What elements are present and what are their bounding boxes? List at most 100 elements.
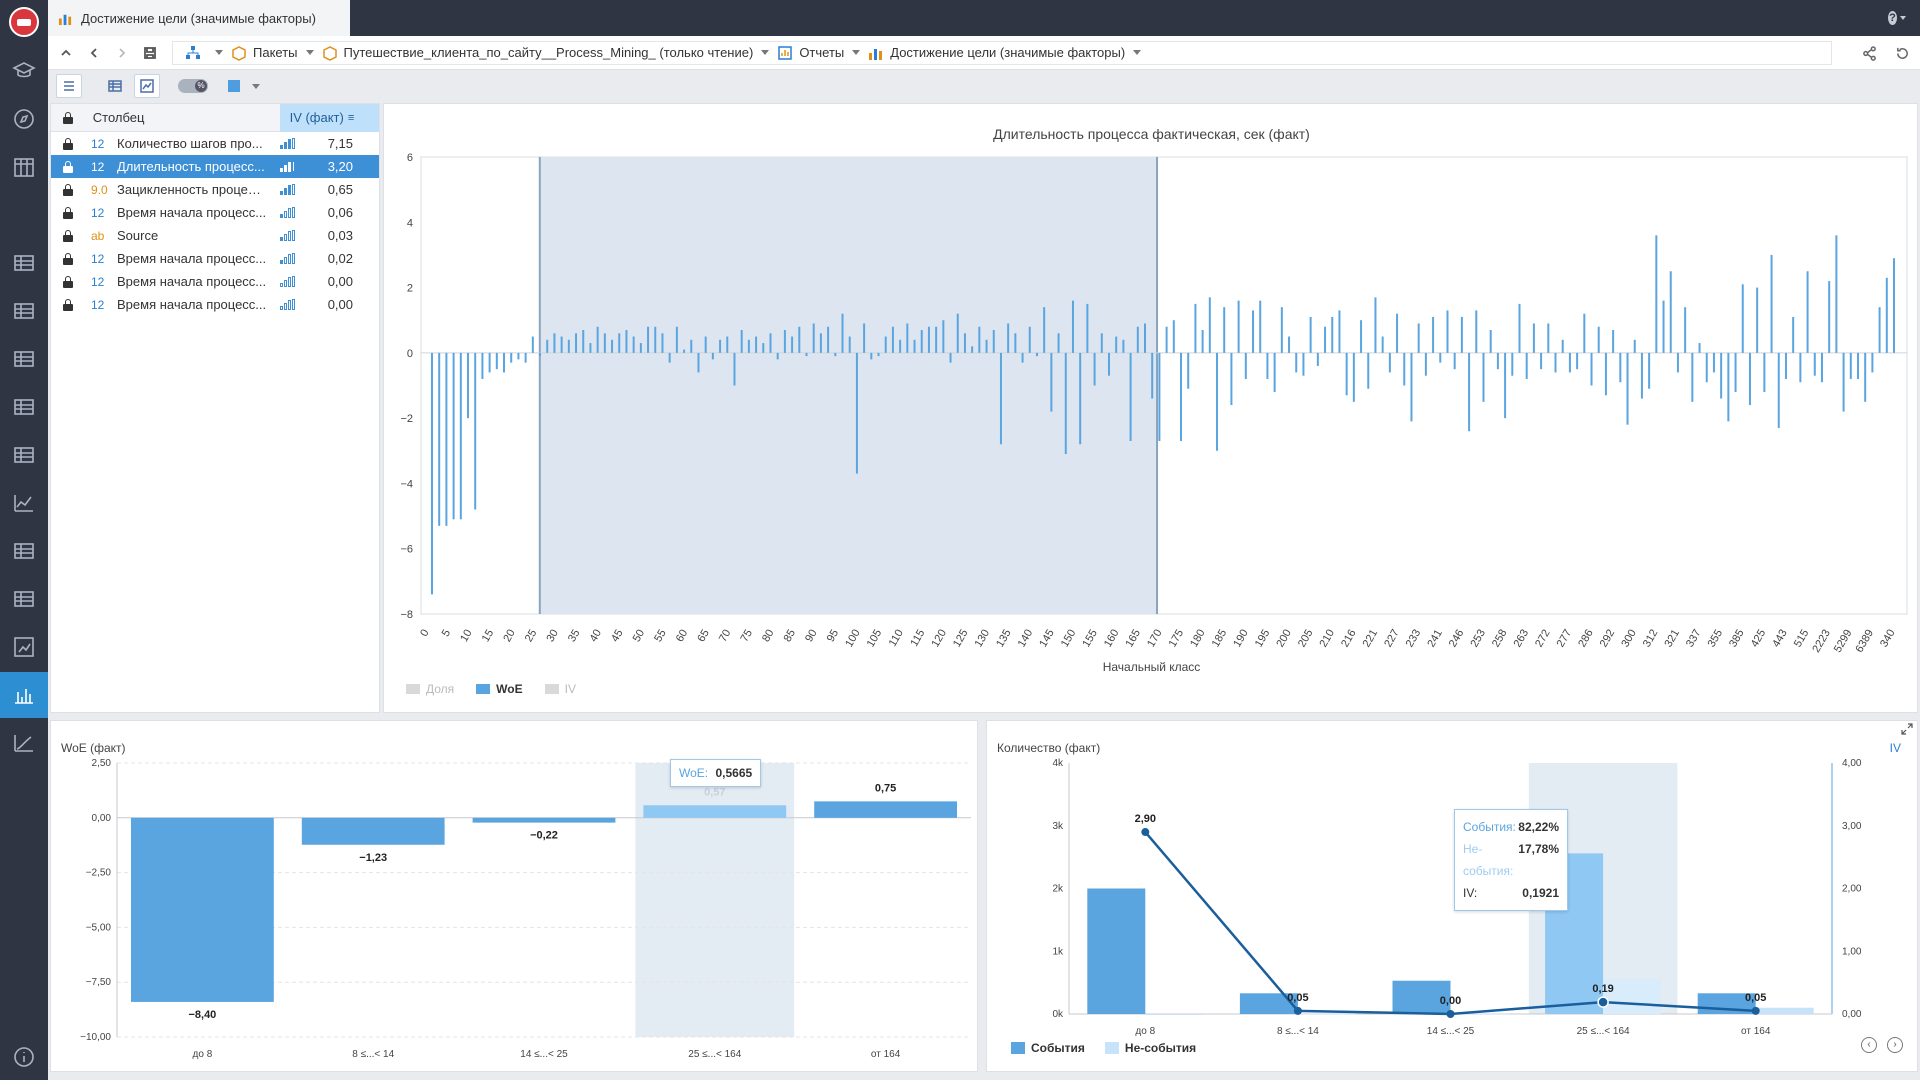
woe-bar <box>1475 310 1478 353</box>
count-plot[interactable]: 4k 4,00 3k 3,00 2k 2,00 1k 1,00 0k 0,00 до 8 8 ≤...… <box>987 721 1919 1073</box>
factor-row[interactable]: 12 Длительность процесс... 3,20 <box>51 155 379 178</box>
y-tick-label: −5,00 <box>86 922 112 933</box>
nonevents-bar <box>1297 1013 1356 1015</box>
expand-icon[interactable] <box>1901 723 1913 735</box>
prev-page-icon[interactable]: ‹ <box>1861 1037 1877 1053</box>
woe-bar <box>1115 336 1118 353</box>
x-tick-label: 321 <box>1662 628 1682 650</box>
y-tick-label: 2k <box>1052 884 1064 895</box>
breadcrumb-packages[interactable]: Пакеты <box>231 45 314 61</box>
factor-row[interactable]: 9.0 Зацикленность процесса 0,65 <box>51 178 379 201</box>
next-page-icon[interactable]: › <box>1887 1037 1903 1053</box>
forward-arrow-icon[interactable] <box>108 36 136 70</box>
iv-header[interactable]: IV (факт) ≡ <box>279 103 379 132</box>
woe-detail-plot[interactable]: 6420−2−4−6−80 5 10 15 20 25 30 35 40 45 50 55 60 65 70… <box>384 104 1919 714</box>
legend-iv[interactable]: IV <box>544 682 576 696</box>
y-tick-label: 2,50 <box>92 758 112 769</box>
unlock-icon[interactable] <box>51 206 85 219</box>
factor-row[interactable]: ab Source 0,03 <box>51 224 379 247</box>
factor-row[interactable]: 12 Время начала процесс... 0,00 <box>51 293 379 316</box>
factor-row[interactable]: 12 Время начала процесс... 0,02 <box>51 247 379 270</box>
table-icon-2[interactable] <box>0 288 48 334</box>
table-icon-6[interactable] <box>0 528 48 574</box>
type-icon: 12 <box>91 297 105 312</box>
table-icon-7[interactable] <box>0 576 48 622</box>
woe-data-label: −8,40 <box>188 1009 216 1021</box>
calendar-grid-icon[interactable] <box>0 144 48 190</box>
woe-data-label: −0,22 <box>530 830 558 842</box>
title-bar: Достижение цели (значимые факторы) ? <box>48 0 1920 36</box>
iv-point <box>1293 1006 1302 1015</box>
woe-bar <box>1439 352 1442 363</box>
unlock-icon[interactable] <box>51 252 85 265</box>
strength-icon <box>267 161 307 172</box>
back-arrow-icon[interactable] <box>80 36 108 70</box>
curve-chart-icon[interactable] <box>0 720 48 766</box>
woe-bar <box>1388 352 1391 373</box>
woe-bar <box>1864 352 1867 402</box>
breadcrumb-reports[interactable]: Отчеты <box>777 45 861 61</box>
count-legend: События Не-события <box>1011 1041 1196 1055</box>
x-tick-label: 300 <box>1619 628 1639 650</box>
percent-toggle[interactable] <box>178 79 208 93</box>
line-chart-icon[interactable] <box>0 480 48 526</box>
significance-chart-icon[interactable] <box>0 672 48 718</box>
woe-bar <box>1396 313 1399 353</box>
help-icon[interactable]: ? <box>1888 9 1906 27</box>
type-icon: 12 <box>91 159 105 174</box>
unlock-icon[interactable] <box>51 229 85 242</box>
tab-report[interactable]: Достижение цели (значимые факторы) <box>48 0 350 36</box>
list-view-icon[interactable] <box>56 74 82 98</box>
unlock-icon[interactable] <box>51 183 85 196</box>
table-icon-4[interactable] <box>0 384 48 430</box>
lock-all-icon[interactable] <box>51 111 85 124</box>
legend-woe[interactable]: WoE <box>476 682 523 696</box>
x-tick-label: 185 <box>1210 628 1230 650</box>
unlock-icon[interactable] <box>51 275 85 288</box>
woe-bar <box>1288 336 1291 353</box>
color-picker[interactable] <box>228 80 240 92</box>
woe-summary-plot[interactable]: 2,50 0,00 −2,50 −5,00 −7,50 −10,00 −8,40 до 8 −1… <box>51 721 979 1073</box>
unlock-icon[interactable] <box>51 160 85 173</box>
factor-row[interactable]: 12 Время начала процесс... 0,06 <box>51 201 379 224</box>
graduation-cap-icon[interactable] <box>0 48 48 94</box>
woe-bar <box>639 343 642 353</box>
refresh-icon[interactable] <box>1895 46 1910 61</box>
factor-row[interactable]: 12 Время начала процесс... 0,00 <box>51 270 379 293</box>
up-arrow-icon[interactable] <box>52 36 80 70</box>
x-tick-label: 5 <box>440 628 453 639</box>
woe-bar <box>1324 326 1327 353</box>
color-picker-dropdown[interactable] <box>252 83 260 89</box>
table-icon-3[interactable] <box>0 336 48 382</box>
iv-data-label: 0,19 <box>1592 983 1613 995</box>
x-tick-label: 253 <box>1468 628 1488 650</box>
save-icon[interactable] <box>136 36 164 70</box>
share-icon[interactable] <box>1862 45 1877 61</box>
woe-bar <box>1345 352 1348 396</box>
breadcrumb-root[interactable] <box>185 45 223 61</box>
info-icon[interactable] <box>0 1034 48 1080</box>
woe-summary-bar <box>643 805 787 818</box>
legend-events[interactable]: События <box>1011 1041 1085 1055</box>
chart-edit-icon[interactable] <box>0 624 48 670</box>
app-logo[interactable] <box>9 7 39 37</box>
project-icon <box>322 45 337 61</box>
x-tick-label: 45 <box>609 628 626 645</box>
table-view-icon[interactable] <box>102 74 128 98</box>
table-icon-5[interactable] <box>0 432 48 478</box>
x-tick-label: 30 <box>544 628 561 645</box>
compass-icon[interactable] <box>0 96 48 142</box>
column-header[interactable]: Столбец <box>85 110 280 125</box>
woe-bar <box>1331 316 1334 353</box>
legend-share[interactable]: Доля <box>406 682 454 696</box>
factor-row[interactable]: 12 Количество шагов про... 7,15 <box>51 132 379 155</box>
breadcrumb-project[interactable]: Путешествие_клиента_по_сайту__Process_Mi… <box>322 45 770 61</box>
table-icon-1[interactable] <box>0 240 48 286</box>
chart-view-icon[interactable] <box>134 74 160 98</box>
legend-nonevents[interactable]: Не-события <box>1104 1041 1196 1055</box>
breadcrumb-report[interactable]: Достижение цели (значимые факторы) <box>868 45 1142 61</box>
woe-bar <box>567 339 570 353</box>
woe-bar <box>1849 352 1852 379</box>
unlock-icon[interactable] <box>51 137 85 150</box>
unlock-icon[interactable] <box>51 298 85 311</box>
